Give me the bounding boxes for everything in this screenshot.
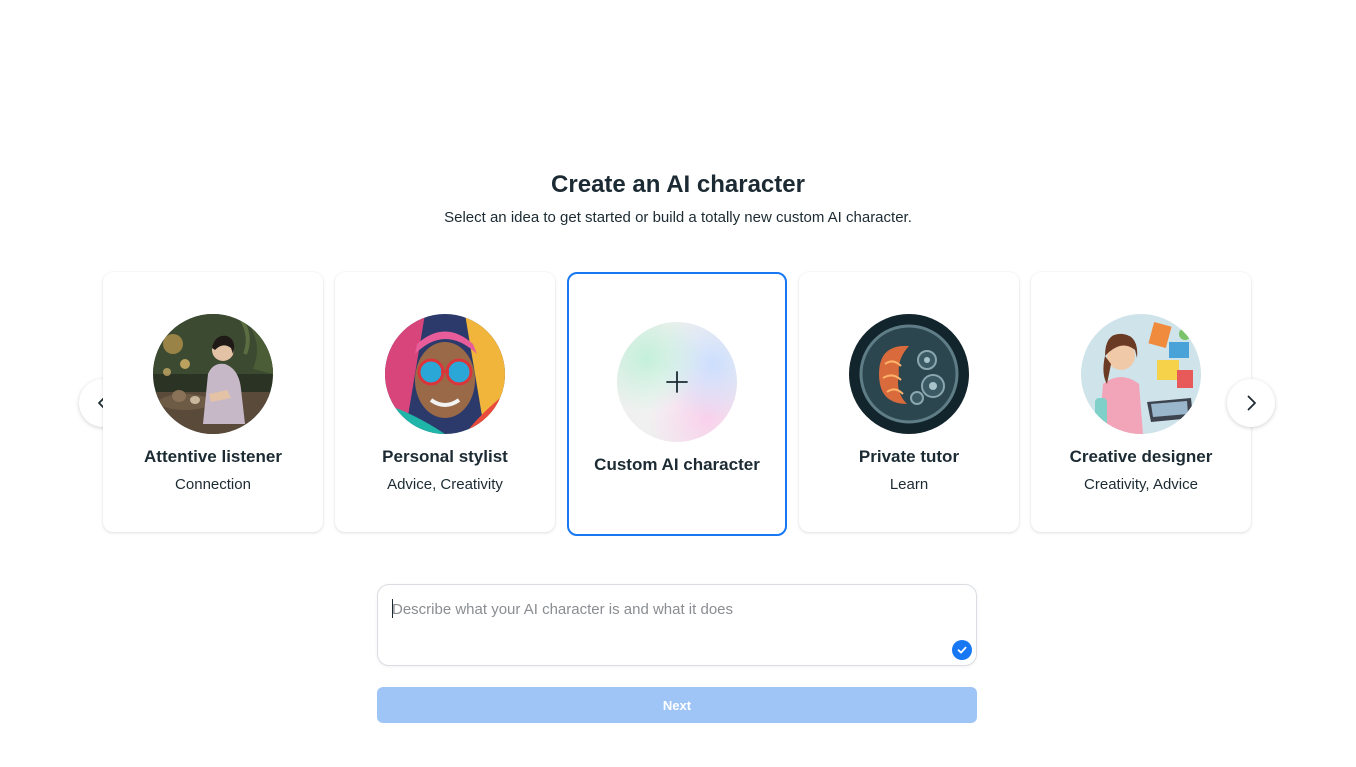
page-subtitle: Select an idea to get started or build a… xyxy=(444,209,912,226)
character-card-custom[interactable]: Custom AI character xyxy=(567,272,787,536)
creative-designer-avatar xyxy=(1081,314,1201,434)
chevron-right-icon xyxy=(1247,395,1256,411)
plus-icon xyxy=(617,322,737,442)
text-caret xyxy=(392,599,393,618)
character-card-personal-stylist[interactable]: Personal stylist Advice, Creativity xyxy=(335,272,555,532)
character-card-private-tutor[interactable]: Private tutor Learn xyxy=(799,272,1019,532)
card-title: Personal stylist xyxy=(382,447,508,466)
next-button[interactable]: Next xyxy=(377,687,977,723)
card-title: Attentive listener xyxy=(144,447,282,466)
private-tutor-avatar xyxy=(849,314,969,434)
card-title: Custom AI character xyxy=(594,455,760,474)
character-description-box[interactable] xyxy=(377,584,977,666)
create-ai-character-page: Create an AI character Select an idea to… xyxy=(0,0,1356,767)
card-title: Private tutor xyxy=(858,447,960,466)
checkmark-icon xyxy=(952,640,972,660)
character-card-attentive-listener[interactable]: Attentive listener Connection xyxy=(103,272,323,532)
card-tags: Advice, Creativity xyxy=(387,476,503,493)
character-description-input[interactable] xyxy=(392,597,952,621)
card-tags: Learn xyxy=(889,476,929,493)
card-tags: Connection xyxy=(175,476,251,493)
card-tags: Creativity, Advice xyxy=(1084,476,1198,493)
personal-stylist-avatar xyxy=(385,314,505,434)
card-title: Creative designer xyxy=(1069,447,1213,466)
page-title: Create an AI character xyxy=(551,171,805,198)
attentive-listener-avatar xyxy=(153,314,273,434)
carousel-next-button[interactable] xyxy=(1227,379,1275,427)
character-card-creative-designer[interactable]: Creative designer Creativity, Advice xyxy=(1031,272,1251,532)
